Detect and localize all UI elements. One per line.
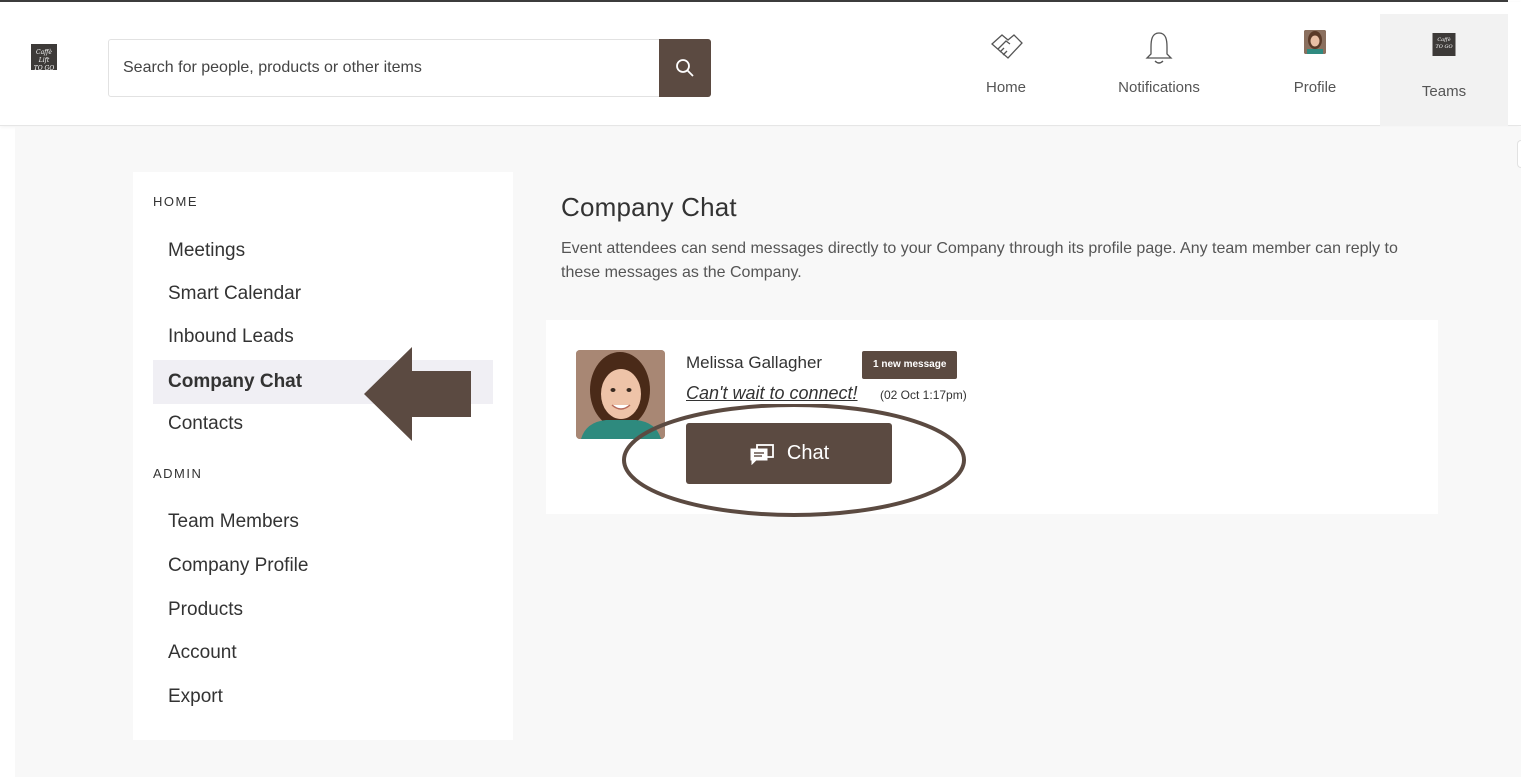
bell-icon — [1145, 32, 1173, 64]
sidebar-item-account[interactable]: Account — [153, 631, 493, 675]
top-header: CaffèLiftTO GO Home Notifications Profil… — [0, 2, 1521, 126]
search-bar — [108, 39, 711, 97]
chat-sender-name[interactable]: Melissa Gallagher — [686, 353, 822, 373]
new-message-badge: 1 new message — [862, 351, 958, 379]
nav-profile-label: Profile — [1293, 79, 1337, 96]
page-title: Company Chat — [561, 192, 737, 222]
nav-teams-label: Teams — [1421, 83, 1467, 100]
sidebar-heading-home: HOME — [153, 194, 198, 209]
company-logo[interactable]: Caffè Lift TO GO — [31, 44, 57, 72]
sidebar-item-smart-calendar[interactable]: Smart Calendar — [153, 272, 493, 316]
nav-notifications[interactable]: Notifications — [1097, 24, 1221, 104]
side-tab-handle[interactable] — [1517, 140, 1521, 168]
nav-notifications-label: Notifications — [1118, 79, 1200, 96]
page-description: Event attendees can send messages direct… — [561, 240, 1398, 281]
team-logo: Caffè TO GO — [1432, 33, 1456, 56]
annotation-ellipse — [622, 404, 966, 517]
avatar — [1304, 30, 1326, 54]
handshake-icon — [991, 34, 1023, 59]
sidebar-item-export[interactable]: Export — [153, 675, 493, 719]
annotation-arrow-left — [364, 347, 471, 441]
sidebar: HOME Meetings Smart Calendar Inbound Lea… — [133, 172, 513, 740]
sidebar-item-meetings[interactable]: Meetings — [153, 229, 493, 273]
nav-home[interactable]: Home — [970, 24, 1042, 104]
sidebar-item-team-members[interactable]: Team Members — [153, 500, 493, 544]
sidebar-item-company-profile[interactable]: Company Profile — [153, 544, 493, 588]
search-icon — [676, 59, 694, 77]
chat-message-preview[interactable]: Can't wait to connect! — [686, 383, 858, 404]
search-input[interactable] — [109, 40, 659, 96]
search-button[interactable] — [659, 39, 711, 97]
nav-teams[interactable]: Caffè TO GO Teams — [1380, 14, 1508, 126]
sidebar-item-products[interactable]: Products — [153, 588, 493, 632]
sidebar-heading-admin: ADMIN — [153, 466, 203, 481]
nav-profile[interactable]: Profile — [1275, 24, 1355, 104]
nav-home-label: Home — [985, 79, 1026, 96]
chat-timestamp: (02 Oct 1:17pm) — [880, 388, 967, 402]
